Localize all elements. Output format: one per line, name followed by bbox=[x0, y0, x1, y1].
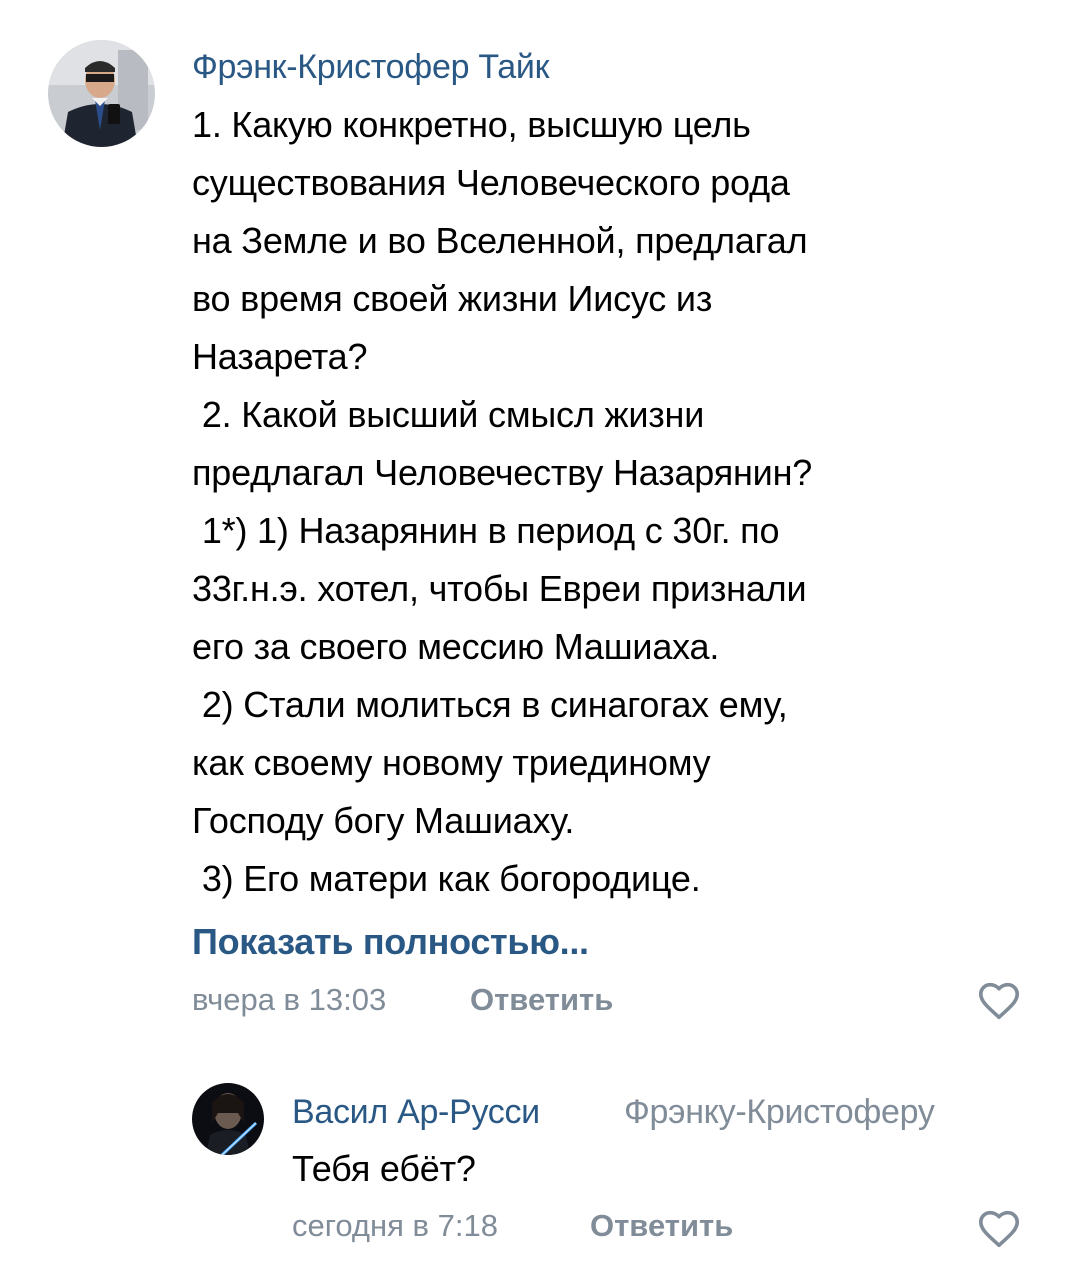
like-button[interactable] bbox=[976, 978, 1022, 1024]
comment-time: сегодня в 7:18 bbox=[292, 1208, 498, 1243]
reply-button[interactable]: Ответить bbox=[590, 1206, 733, 1246]
comment-text: 1. Какую конкретно, высшую цель существо… bbox=[192, 104, 813, 899]
reply-to-name[interactable]: Фрэнку-Кристоферу bbox=[624, 1092, 935, 1132]
author-name[interactable]: Фрэнк-Кристофер Тайк bbox=[192, 47, 549, 87]
reply-comment: Васил Ар-Русси Фрэнку-Кристоферу Тебя еб… bbox=[0, 1050, 1068, 1280]
author-name[interactable]: Васил Ар-Русси bbox=[292, 1092, 540, 1132]
avatar[interactable] bbox=[48, 40, 155, 147]
avatar-photo bbox=[192, 1083, 264, 1155]
avatar[interactable] bbox=[192, 1083, 264, 1155]
comment-text: Тебя ебёт? bbox=[292, 1148, 476, 1189]
reply-button[interactable]: Ответить bbox=[470, 980, 613, 1020]
like-button[interactable] bbox=[976, 1206, 1022, 1252]
heart-outline-icon bbox=[978, 1210, 1020, 1248]
comment: Фрэнк-Кристофер Тайк 1. Какую конкретно,… bbox=[0, 0, 1068, 1050]
comment-time: вчера в 13:03 bbox=[192, 982, 387, 1017]
show-more-link[interactable]: Показать полностью... bbox=[192, 920, 589, 964]
heart-outline-icon bbox=[978, 982, 1020, 1020]
avatar-photo bbox=[48, 40, 155, 147]
